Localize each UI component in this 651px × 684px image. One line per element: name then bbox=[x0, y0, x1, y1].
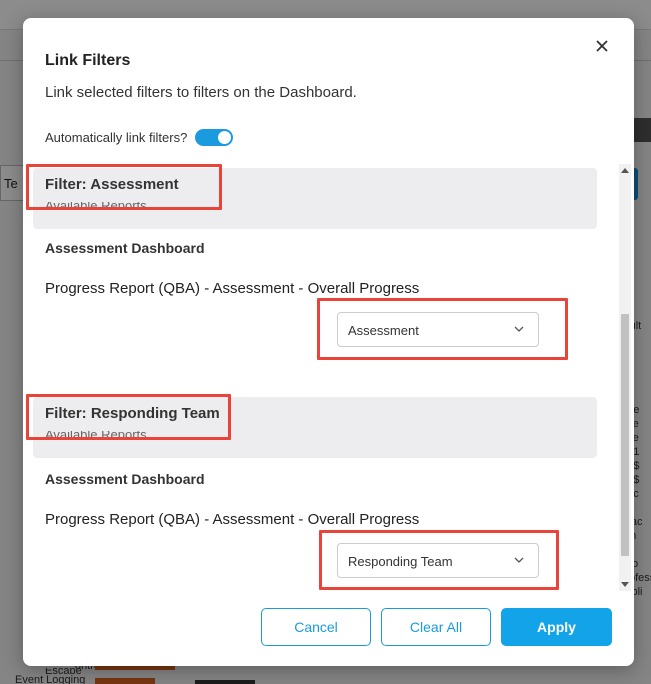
close-button[interactable] bbox=[592, 36, 612, 56]
scrollbar-thumb[interactable] bbox=[621, 314, 629, 556]
dialog-subtitle: Link selected filters to filters on the … bbox=[45, 84, 357, 101]
report-name: Progress Report (QBA) - Assessment - Ove… bbox=[45, 280, 420, 297]
toggle-knob bbox=[218, 131, 232, 144]
apply-button[interactable]: Apply bbox=[501, 608, 612, 646]
highlight-box bbox=[26, 164, 222, 210]
close-icon bbox=[596, 40, 608, 52]
dashboard-name: Assessment Dashboard bbox=[45, 471, 205, 487]
dialog-footer: Cancel Clear All Apply bbox=[23, 608, 634, 648]
report-name: Progress Report (QBA) - Assessment - Ove… bbox=[45, 511, 420, 528]
scroll-up-arrow-icon[interactable] bbox=[621, 168, 629, 173]
highlight-box bbox=[319, 530, 559, 590]
auto-link-toggle[interactable] bbox=[195, 129, 234, 146]
scrollbar[interactable] bbox=[619, 164, 631, 591]
cancel-button[interactable]: Cancel bbox=[261, 608, 371, 646]
scroll-down-arrow-icon[interactable] bbox=[621, 582, 629, 587]
dashboard-name: Assessment Dashboard bbox=[45, 240, 205, 256]
filters-scroll-area[interactable]: Available Reports Filter: Assessment Ass… bbox=[23, 164, 634, 591]
dialog-title: Link Filters bbox=[45, 52, 131, 69]
clear-all-button[interactable]: Clear All bbox=[381, 608, 491, 646]
highlight-box bbox=[26, 394, 231, 440]
auto-link-row: Automatically link filters? bbox=[45, 129, 234, 146]
highlight-box bbox=[317, 298, 568, 360]
auto-link-label: Automatically link filters? bbox=[45, 130, 188, 145]
